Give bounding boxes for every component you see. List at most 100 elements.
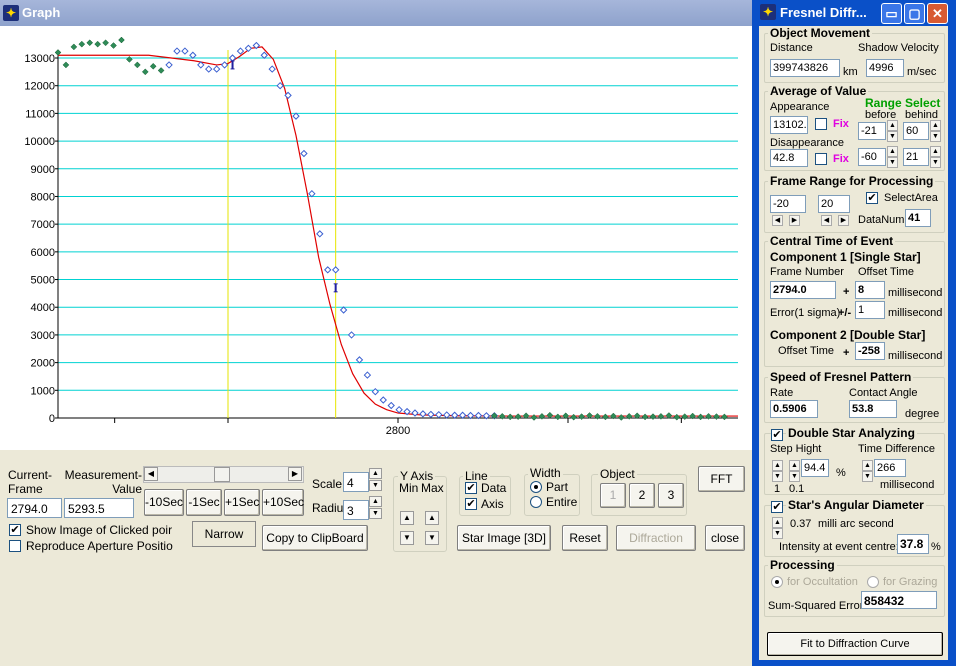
plus-1sec-button[interactable]: +1Sec (224, 489, 260, 516)
time-diff-down[interactable]: ▼ (862, 471, 873, 482)
frame-number-field[interactable]: 2794.0 (770, 281, 836, 299)
step-01-label: 0.1 (789, 483, 805, 495)
ymin-down-arrow[interactable]: ▼ (400, 531, 414, 545)
appearance-field[interactable]: 13102. (770, 116, 808, 134)
dis-behind-down[interactable]: ▼ (930, 157, 941, 168)
offset-time2-field[interactable]: -258 (855, 342, 885, 360)
rate-field: 0.5906 (770, 400, 818, 418)
appearance-fix-checkbox[interactable] (815, 118, 827, 130)
graph-chart[interactable]: 0 1000 2000 3000 4000 5000 6000 7000 8000 9000 100… (0, 26, 752, 450)
observed-point (70, 43, 78, 51)
contact-angle-label: Contact Angle (849, 387, 918, 399)
line-data-checkbox[interactable]: ✔ (465, 482, 477, 494)
step-coarse-up[interactable]: ▲ (772, 460, 783, 471)
fft-button[interactable]: FFT (698, 466, 745, 492)
fr-end-left[interactable]: ◀ (821, 215, 832, 226)
fr-end-right[interactable]: ▶ (838, 215, 849, 226)
fr-start-left[interactable]: ◀ (772, 215, 783, 226)
angular-value: 0.37 (790, 518, 812, 530)
width-part-radio[interactable] (530, 481, 542, 493)
shadow-velocity-field[interactable]: 4996 (866, 59, 904, 77)
step-hight-field[interactable]: 94.4 (801, 459, 829, 477)
distance-field[interactable]: 399743826 (770, 59, 840, 77)
scroll-thumb[interactable] (214, 467, 230, 482)
appearance-before-field[interactable]: -21 (858, 122, 886, 140)
select-area-checkbox[interactable]: ✔ (866, 192, 878, 204)
dis-before-up[interactable]: ▲ (887, 146, 898, 157)
plus-10sec-button[interactable]: +10Sec (262, 489, 304, 516)
fr-start-right[interactable]: ▶ (789, 215, 800, 226)
current-frame-field[interactable]: 2794.0 (7, 498, 62, 518)
diffraction-button[interactable]: Diffraction (616, 525, 696, 551)
grazing-radio[interactable] (867, 576, 879, 588)
scroll-right-arrow[interactable]: ▶ (288, 467, 302, 481)
reproduce-aperture-checkbox[interactable] (9, 540, 21, 552)
width-entire-radio[interactable] (530, 496, 542, 508)
disappearance-before-field[interactable]: -60 (858, 148, 886, 166)
appearance-behind-field[interactable]: 60 (903, 122, 929, 140)
disappearance-field[interactable]: 42.8 (770, 149, 808, 167)
radius-down-arrow[interactable]: ▼ (369, 508, 382, 519)
scale-down-arrow[interactable]: ▼ (369, 480, 382, 491)
radius-field[interactable]: 3 (343, 500, 369, 520)
time-diff-up[interactable]: ▲ (862, 460, 873, 471)
observed-point (673, 413, 681, 421)
close-icon[interactable]: ✕ (927, 3, 948, 24)
app-behind-down[interactable]: ▼ (930, 131, 941, 142)
narrow-box[interactable]: Narrow (192, 521, 256, 547)
ymin-up-arrow[interactable]: ▲ (400, 511, 414, 525)
plot-area[interactable]: 0 1000 2000 3000 4000 5000 6000 7000 8000 9000 100… (0, 26, 752, 450)
line-axis-checkbox[interactable]: ✔ (465, 498, 477, 510)
angular-down[interactable]: ▼ (772, 528, 783, 539)
dis-before-down[interactable]: ▼ (887, 157, 898, 168)
ymax-up-arrow[interactable]: ▲ (425, 511, 439, 525)
frame-range-start-field[interactable]: -20 (770, 195, 806, 213)
time-difference-field[interactable]: 266 (874, 459, 906, 477)
star-image-3d-button[interactable]: Star Image [3D] (457, 525, 551, 551)
app-before-down[interactable]: ▼ (887, 131, 898, 142)
y-tick-label: 12000 (24, 81, 55, 93)
scroll-left-arrow[interactable]: ◀ (144, 467, 158, 481)
radius-up-arrow[interactable]: ▲ (369, 496, 382, 507)
angular-up[interactable]: ▲ (772, 517, 783, 528)
offset-time-label: Offset Time (858, 266, 915, 278)
object-3-button[interactable]: 3 (658, 483, 684, 508)
appearance-label: Appearance (770, 101, 830, 113)
observed-point (570, 413, 578, 421)
minus-1sec-button[interactable]: -1Sec (186, 489, 222, 516)
double-star-checkbox[interactable]: ✔ (771, 429, 783, 441)
observed-point (546, 411, 554, 419)
ymax-down-arrow[interactable]: ▼ (425, 531, 439, 545)
angular-checkbox[interactable]: ✔ (771, 501, 783, 513)
maximize-icon[interactable]: ▢ (904, 3, 925, 24)
frame-range-end-field[interactable]: 20 (818, 195, 850, 213)
step-fine-up[interactable]: ▲ (789, 460, 800, 471)
close-button[interactable]: close (705, 525, 745, 551)
app-before-up[interactable]: ▲ (887, 120, 898, 131)
disappearance-behind-field[interactable]: 21 (903, 148, 929, 166)
reset-button[interactable]: Reset (562, 525, 608, 551)
minus-10sec-button[interactable]: -10Sec (144, 489, 184, 516)
dis-behind-up[interactable]: ▲ (930, 146, 941, 157)
step-fine-down[interactable]: ▼ (789, 471, 800, 482)
reproduce-aperture-label: Reproduce Aperture Positio (26, 539, 173, 553)
step-coarse-down[interactable]: ▼ (772, 471, 783, 482)
scale-up-arrow[interactable]: ▲ (369, 468, 382, 479)
disappearance-fix-checkbox[interactable] (815, 153, 827, 165)
show-image-checkbox[interactable]: ✔ (9, 524, 21, 536)
occultation-radio[interactable] (771, 576, 783, 588)
object-1-button[interactable]: 1 (600, 483, 626, 508)
disappearance-label: Disappearance (770, 137, 844, 149)
copy-clipboard-button[interactable]: Copy to ClipBoard (262, 525, 368, 551)
fit-diffraction-button[interactable]: Fit to Diffraction Curve (767, 632, 943, 656)
contact-angle-field: 53.8 (849, 400, 897, 418)
measurement-field[interactable]: 5293.5 (64, 498, 134, 518)
observed-point (133, 61, 141, 69)
scale-field[interactable]: 4 (343, 472, 369, 492)
error-field[interactable]: 1 (855, 301, 885, 319)
minimize-icon[interactable]: ▭ (881, 3, 902, 24)
app-behind-up[interactable]: ▲ (930, 120, 941, 131)
object-2-button[interactable]: 2 (629, 483, 655, 508)
offset-time-field[interactable]: 8 (855, 281, 885, 299)
speed-heading: Speed of Fresnel Pattern (768, 370, 914, 384)
